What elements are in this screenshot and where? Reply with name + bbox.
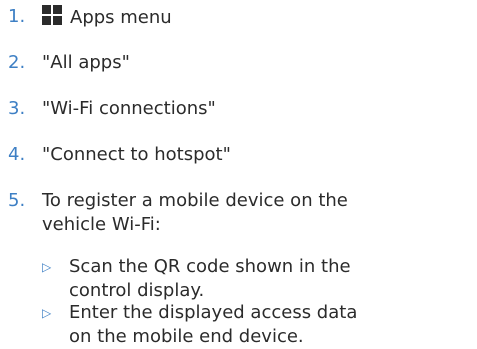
step-5: 5. To register a mobile device on the ve… bbox=[0, 189, 382, 237]
sub-step-scan-qr: ▷ Scan the QR code shown in the control … bbox=[42, 255, 374, 303]
step-text: "Connect to hotspot" bbox=[42, 144, 231, 165]
triangle-bullet-icon: ▷ bbox=[42, 260, 52, 274]
step-text: "Wi-Fi connections" bbox=[42, 98, 216, 119]
step-1: 1. Apps menu bbox=[0, 5, 172, 30]
step-text: Apps menu bbox=[70, 7, 172, 28]
step-4: 4. "Connect to hotspot" bbox=[0, 143, 231, 167]
triangle-bullet-icon: ▷ bbox=[42, 306, 52, 320]
step-text: To register a mobile device on the vehic… bbox=[42, 190, 348, 235]
step-number: 3. bbox=[8, 98, 26, 119]
sub-step-text: Enter the displayed access data on the m… bbox=[69, 302, 358, 347]
step-number: 5. bbox=[8, 190, 26, 211]
sub-step-text: Scan the QR code shown in the control di… bbox=[69, 256, 351, 301]
step-number: 2. bbox=[8, 52, 26, 73]
step-text: "All apps" bbox=[42, 52, 130, 73]
step-3: 3. "Wi-Fi connections" bbox=[0, 97, 216, 121]
step-2: 2. "All apps" bbox=[0, 51, 130, 75]
step-number: 1. bbox=[8, 6, 26, 27]
step-number: 4. bbox=[8, 144, 26, 165]
sub-step-enter-access-data: ▷ Enter the displayed access data on the… bbox=[42, 301, 374, 349]
apps-grid-icon bbox=[42, 5, 62, 25]
